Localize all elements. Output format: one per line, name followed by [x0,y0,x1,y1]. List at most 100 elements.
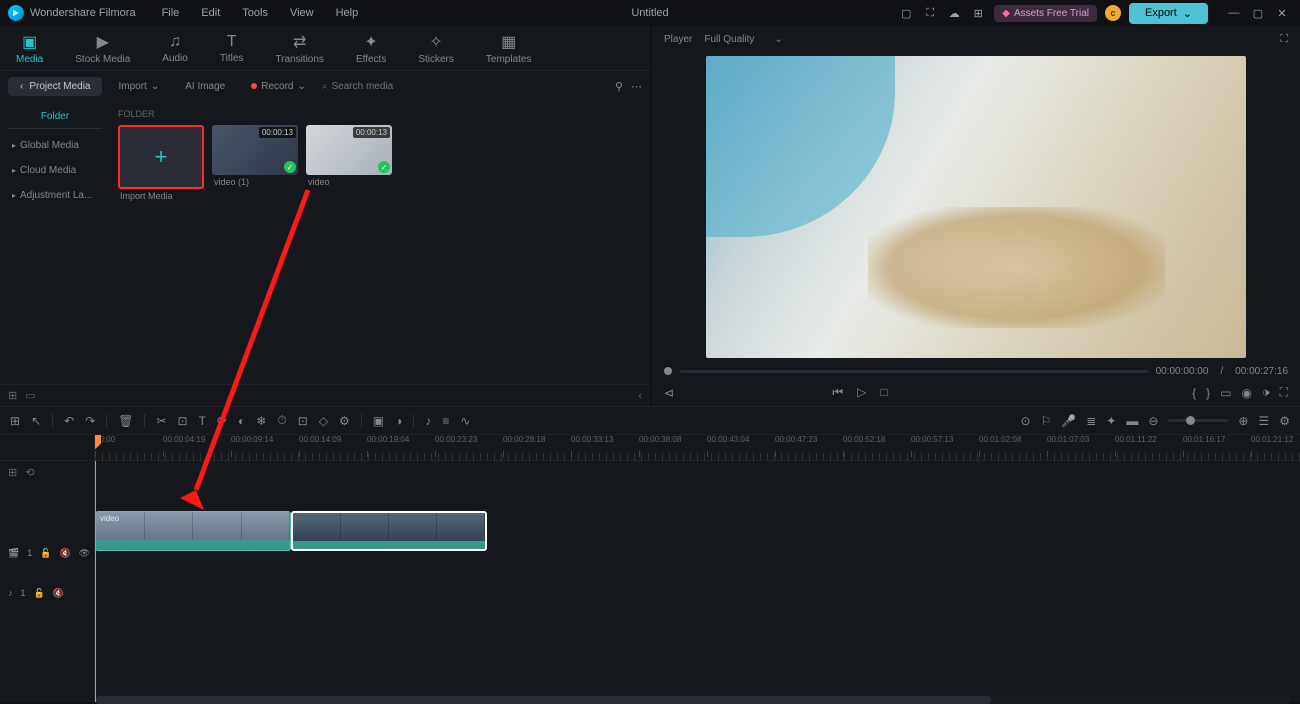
tab-stickers[interactable]: ✧Stickers [410,28,462,69]
timeline-link-icon[interactable]: ⟲ [25,466,34,479]
filter-icon[interactable]: ⚲ [615,80,623,93]
undo-icon[interactable]: ↶ [64,414,74,428]
stop-icon[interactable]: □ [880,385,887,400]
collapse-icon[interactable]: ‹ [638,390,642,402]
snapshot-icon[interactable]: ⛶ [1280,33,1288,46]
settings-icon[interactable]: ⚙ [1279,414,1290,428]
sections-icon[interactable]: ⊞ [10,414,20,428]
player-progress[interactable]: 00:00:00:00 / 00:00:27:16 [652,362,1300,380]
detect-icon[interactable]: ⊡ [298,414,308,428]
menu-edit[interactable]: Edit [191,3,230,23]
playhead-dot[interactable] [664,367,672,375]
mark-in-icon[interactable]: { [1192,386,1196,400]
import-dropdown[interactable]: Import⌄ [108,77,169,96]
voiceover-icon[interactable]: 🎤 [1061,414,1076,428]
project-media-dropdown[interactable]: ‹Project Media [8,77,102,96]
mute-icon[interactable]: 🔇 [53,588,64,599]
minimize-button[interactable]: — [1224,3,1244,23]
folder-icon[interactable]: ▭ [25,389,35,402]
menu-view[interactable]: View [280,3,324,23]
color-icon[interactable]: ◐ [238,414,245,428]
text-icon[interactable]: T [199,414,206,428]
tab-stock-media[interactable]: ▶Stock Media [67,28,138,69]
marker-icon[interactable]: ⚐ [1041,414,1052,428]
ai-image-button[interactable]: AI Image [175,77,235,96]
close-button[interactable]: ✕ [1272,3,1292,23]
tab-templates[interactable]: ▦Templates [478,28,540,69]
tab-titles[interactable]: TTitles [212,29,252,68]
speed-icon[interactable]: ⟳ [217,414,227,428]
tab-audio[interactable]: ♫Audio [154,29,196,68]
cut-icon[interactable]: ✂ [156,414,166,428]
redo-icon[interactable]: ↷ [85,414,95,428]
video-track[interactable]: video [95,511,1300,551]
progress-track[interactable] [680,370,1148,373]
mixer-icon[interactable]: ≡ [442,414,449,428]
eye-icon[interactable]: 👁 [79,548,90,559]
tab-transitions[interactable]: ⇄Transitions [267,28,332,69]
sidebar-adjustment-layer[interactable]: ▸Adjustment La... [0,183,110,208]
export-button[interactable]: Export⌄ [1129,3,1208,24]
render-icon[interactable]: ⊙ [1020,414,1030,428]
media-clip-1[interactable]: 00:00:13✓ video (1) [212,125,298,201]
timer-icon[interactable]: ⏱ [277,413,286,428]
chroma-icon[interactable]: ▣ [373,414,384,428]
tab-media[interactable]: ▣Media [8,28,51,69]
step-back-icon[interactable]: ⏮ [832,385,843,400]
auto-icon[interactable]: ≣ [1086,414,1096,428]
denoise-icon[interactable]: ∿ [460,414,470,428]
zoom-in-icon[interactable]: ⊕ [1238,414,1248,428]
timeline-lock-icon[interactable]: ⊞ [8,466,17,479]
zoom-slider[interactable] [1168,419,1228,422]
quality-dropdown[interactable]: Full Quality⌄ [704,34,782,45]
lock-icon[interactable]: 🔓 [40,548,51,559]
volume-icon[interactable]: 🕩 [1262,385,1270,400]
aspect-icon[interactable]: ▭ [1220,386,1231,400]
timeline-scrollbar[interactable] [95,696,1290,704]
keyframe-icon[interactable]: ◇ [319,414,328,428]
timeline-clip-1[interactable]: video [95,511,291,551]
sidebar-cloud-media[interactable]: ▸Cloud Media [0,158,110,183]
mask-icon[interactable]: ◑ [395,414,402,428]
assets-free-trial-button[interactable]: ◆Assets Free Trial [994,5,1097,22]
search-input[interactable] [332,81,432,92]
tab-effects[interactable]: ✦Effects [348,28,394,69]
prev-frame-icon[interactable]: ⊲ [664,386,674,400]
menu-tools[interactable]: Tools [232,3,278,23]
sidebar-global-media[interactable]: ▸Global Media [0,133,110,158]
search-media[interactable]: ⌕ [322,81,432,92]
audio-track-header[interactable]: ♪1 🔓 🔇 [0,573,94,613]
smart-icon[interactable]: ✦ [1106,414,1116,428]
photo-icon[interactable]: ⛶ [922,5,938,21]
freeze-icon[interactable]: ❄ [256,414,266,428]
media-clip-2[interactable]: 00:00:13✓ video [306,125,392,201]
menu-file[interactable]: File [152,3,190,23]
adjust-icon[interactable]: ⚙ [339,414,350,428]
more-icon[interactable]: ⋯ [631,80,642,93]
import-media-tile[interactable]: + Import Media [118,125,204,201]
track-icon[interactable]: ▬ [1126,414,1138,428]
timeline-clip-2[interactable] [291,511,487,551]
timeline-ruler[interactable]: 00:0000:00:04:1900:00:09:1400:00:14:0900… [95,435,1300,461]
capture-icon[interactable]: ◉ [1242,386,1252,400]
audio-track[interactable] [95,551,1300,591]
view-icon[interactable]: ☰ [1258,414,1269,428]
maximize-button[interactable]: ▢ [1248,3,1268,23]
devices-icon[interactable]: ▢ [898,5,914,21]
mark-out-icon[interactable]: } [1206,386,1210,400]
lock-icon[interactable]: 🔓 [34,588,45,599]
timeline-body[interactable]: 00:0000:00:04:1900:00:09:1400:00:14:0900… [95,435,1300,702]
delete-icon[interactable]: 🗑 [118,414,133,428]
audio-icon[interactable]: ♪ [425,414,431,428]
crop-icon[interactable]: ⊡ [178,414,188,428]
apps-icon[interactable]: ⊞ [970,5,986,21]
pointer-icon[interactable]: ↖ [31,414,41,428]
credits-icon[interactable]: c [1105,5,1121,21]
zoom-out-icon[interactable]: ⊖ [1148,414,1158,428]
record-dropdown[interactable]: Record⌄ [241,77,316,96]
mute-icon[interactable]: 🔇 [59,548,70,559]
menu-help[interactable]: Help [326,3,369,23]
new-folder-icon[interactable]: ⊞ [8,389,17,402]
video-track-header[interactable]: 🎬1 🔓 🔇 👁 [0,533,94,573]
cloud-icon[interactable]: ☁ [946,5,962,21]
